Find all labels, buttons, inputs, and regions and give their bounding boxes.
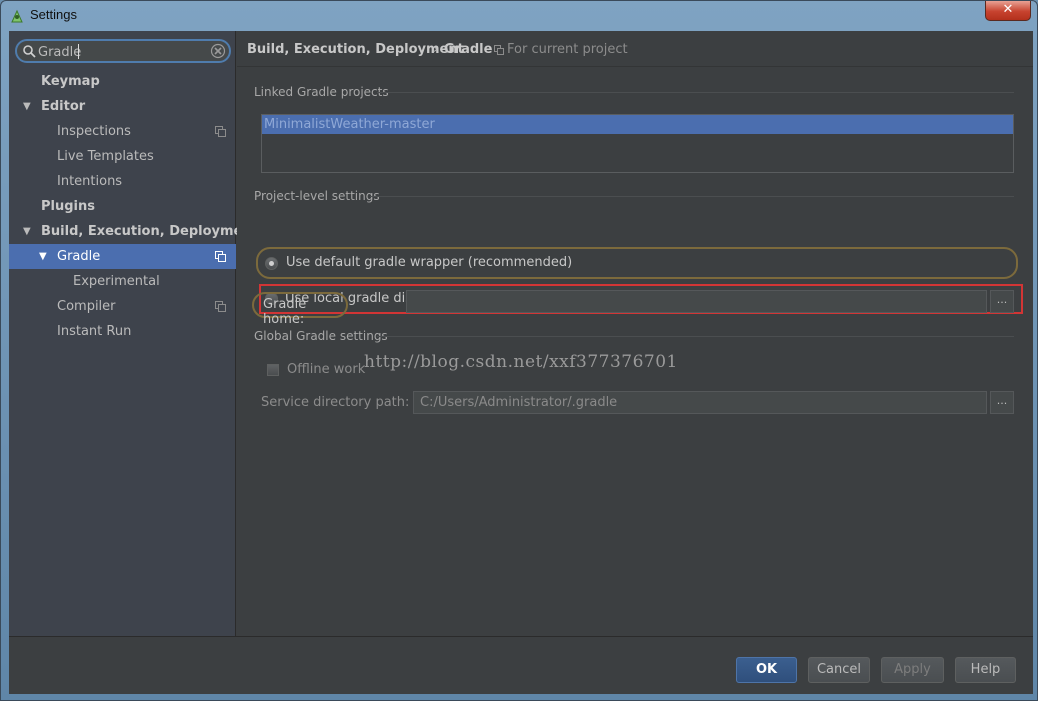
apply-button[interactable]: Apply [881,657,944,683]
tree-item-label: Instant Run [57,324,132,339]
tree-item-experimental[interactable]: Experimental [9,269,236,294]
section-divider [370,196,1014,197]
section-title-linked: Linked Gradle projects [254,85,389,99]
tree-item-label: Plugins [41,199,95,214]
service-directory-field[interactable]: C:/Users/Administrator/.gradle [413,391,987,414]
tree-item-compiler[interactable]: Compiler [9,294,236,319]
tree-item-instant-run[interactable]: Instant Run [9,319,236,344]
settings-tree: Keymap ▼ Editor Inspections Live Templat… [9,69,258,344]
project-scope-icon [215,301,226,312]
dialog-footer: OK Cancel Apply Help [9,636,1033,694]
clear-search-icon[interactable] [210,43,226,59]
expand-arrow-icon[interactable]: ▼ [23,94,31,119]
section-divider [377,336,1014,337]
service-directory-browse-button[interactable]: ... [990,391,1014,414]
tree-item-label: Inspections [57,124,131,139]
breadcrumb-parent: Build, Execution, Deployment [247,42,464,57]
search-icon [23,45,36,58]
tree-item-gradle[interactable]: ▼ Gradle [9,244,236,269]
settings-sidebar: Keymap ▼ Editor Inspections Live Templat… [9,31,258,636]
search-box[interactable] [15,39,231,63]
tree-item-intentions[interactable]: Intentions [9,169,236,194]
tree-item-label: Keymap [41,74,100,89]
tree-item-label: Live Templates [57,149,154,164]
breadcrumb-current: Gradle [444,42,493,57]
android-studio-icon [11,9,23,23]
radio-default-wrapper-label: Use default gradle wrapper (recommended) [286,255,573,270]
tree-item-keymap[interactable]: Keymap [9,69,236,94]
text-caret [78,44,79,59]
section-title-global: Global Gradle settings [254,329,388,343]
window-title: Settings [30,7,77,22]
title-bar[interactable]: Settings ✕ [1,1,1037,29]
gradle-home-highlight: Gradle home: [252,292,348,327]
breadcrumb: Build, Execution, Deployment › Gradle Fo… [237,31,1033,67]
tree-item-build-execution-deployment[interactable]: ▼ Build, Execution, Deployment [9,219,258,244]
help-button[interactable]: Help [955,657,1016,683]
tree-item-label: Intentions [57,174,123,189]
dialog-client: Keymap ▼ Editor Inspections Live Templat… [9,31,1033,694]
tree-item-label: Compiler [57,299,116,314]
expand-arrow-icon[interactable]: ▼ [23,219,31,244]
radio-default-wrapper-button[interactable] [265,257,278,270]
section-divider [377,92,1014,93]
offline-work-checkbox[interactable] [267,364,279,376]
section-title-project-level: Project-level settings [254,189,380,203]
tree-item-editor[interactable]: ▼ Editor [9,94,236,119]
list-item[interactable]: MinimalistWeather-master [262,115,1013,134]
gradle-home-browse-button[interactable]: ... [990,290,1014,313]
linked-projects-list[interactable]: MinimalistWeather-master [261,114,1014,173]
offline-work-label: Offline work [287,362,366,377]
close-button[interactable]: ✕ [985,1,1031,21]
watermark-text: http://blog.csdn.net/xxf377376701 [364,352,678,372]
tree-item-label: Experimental [73,274,160,289]
gradle-home-field[interactable] [406,290,987,313]
project-scope-icon [494,45,504,55]
tree-item-inspections[interactable]: Inspections [9,119,236,144]
scope-label: For current project [507,42,628,57]
project-scope-icon [215,126,226,137]
settings-window: Settings ✕ Keymap [0,0,1038,701]
tree-item-label: Gradle [57,249,101,264]
search-input[interactable] [38,43,208,61]
tree-item-label: Build, Execution, Deployment [41,224,258,239]
radio-default-wrapper[interactable]: Use default gradle wrapper (recommended) [256,247,1018,279]
tree-item-live-templates[interactable]: Live Templates [9,144,236,169]
tree-item-label: Editor [41,99,86,114]
project-scope-icon [215,251,226,262]
gradle-home-label: Gradle home: [263,297,307,327]
cancel-button[interactable]: Cancel [808,657,870,683]
breadcrumb-separator: › [433,42,439,57]
expand-arrow-icon[interactable]: ▼ [39,244,47,269]
tree-item-plugins[interactable]: Plugins [9,194,236,219]
settings-main-panel: Build, Execution, Deployment › Gradle Fo… [237,31,1033,636]
ok-button[interactable]: OK [736,657,797,683]
gradle-settings-content: Linked Gradle projects MinimalistWeather… [237,68,1033,636]
service-directory-label: Service directory path: [261,395,410,410]
